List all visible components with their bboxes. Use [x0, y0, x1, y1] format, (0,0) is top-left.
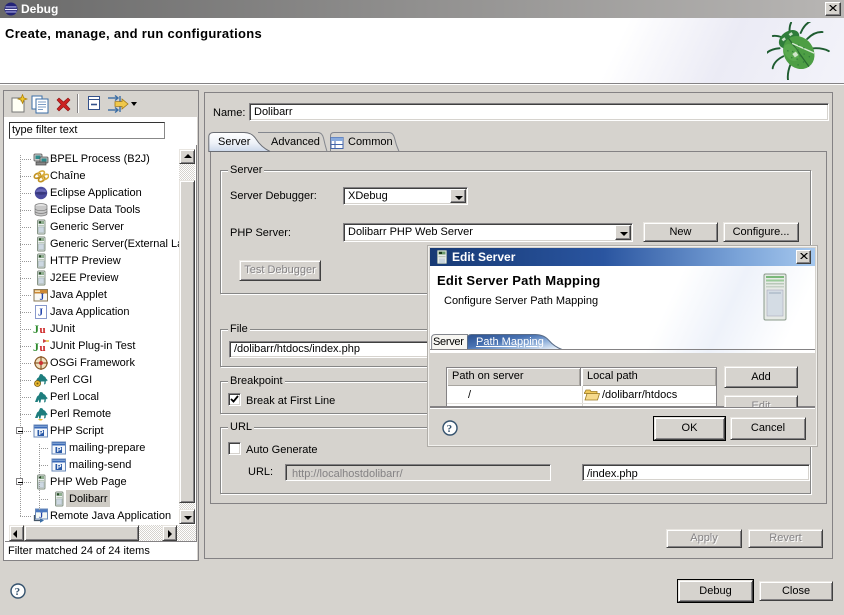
- svg-text:?: ?: [15, 586, 21, 598]
- svg-text:?: ?: [447, 423, 453, 435]
